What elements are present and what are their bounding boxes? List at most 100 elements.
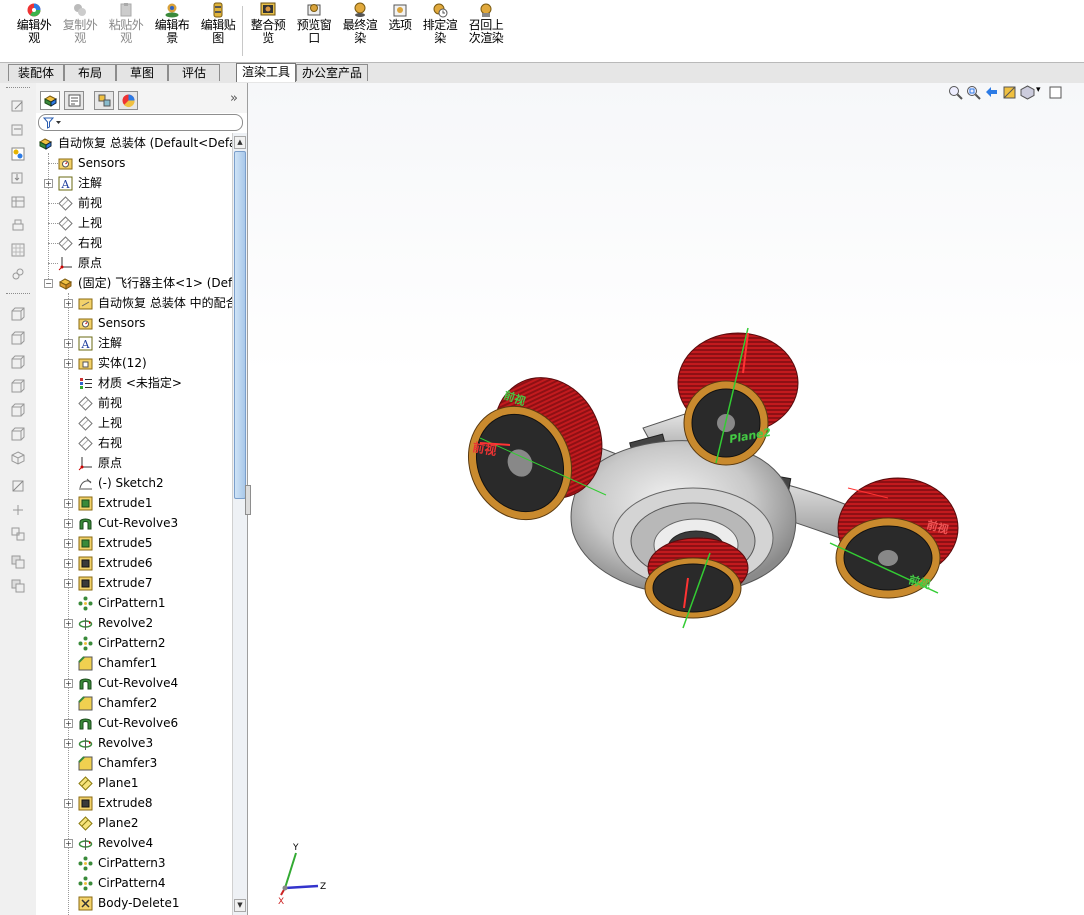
configuration-manager-icon xyxy=(98,94,111,107)
expand-icon[interactable]: + xyxy=(64,579,73,588)
expand-icon[interactable]: + xyxy=(44,179,53,188)
tab-sketch[interactable]: 草图 xyxy=(116,64,168,81)
plane-icon xyxy=(58,236,73,251)
expand-icon[interactable]: + xyxy=(64,359,73,368)
triad-y-label: Y xyxy=(292,843,299,853)
collapse-icon[interactable]: − xyxy=(44,279,53,288)
tab-office-products[interactable]: 办公室产品 xyxy=(296,64,368,81)
expand-icon[interactable]: + xyxy=(64,839,73,848)
circular-pattern-icon xyxy=(78,856,93,871)
options-button[interactable]: 选项 xyxy=(384,2,416,32)
tree-filter-field[interactable] xyxy=(38,114,243,131)
configuration-manager-tab[interactable] xyxy=(94,91,114,110)
integrated-preview-button[interactable]: 整合预 览 xyxy=(246,2,290,45)
display-manager-tab[interactable] xyxy=(118,91,138,110)
expand-icon[interactable]: + xyxy=(64,339,73,348)
tree-guide-line xyxy=(48,153,49,281)
expand-icon[interactable]: + xyxy=(64,799,73,808)
scroll-down-arrow-icon[interactable]: ▼ xyxy=(234,899,246,912)
tree-scrollbar[interactable]: ▲ ▼ xyxy=(232,133,247,915)
table-icon[interactable] xyxy=(11,195,25,209)
color-tool-icon[interactable] xyxy=(11,147,25,161)
annotations-icon: A xyxy=(78,336,93,351)
feature-manager-panel: » 自动恢复 总装体 (Default<Defa Sensors + A 注解 xyxy=(36,83,248,915)
extrude-icon xyxy=(78,536,93,551)
sketch-icon xyxy=(79,478,92,490)
tab-assembly[interactable]: 装配体 xyxy=(8,64,64,81)
plane-icon xyxy=(78,816,93,831)
dimension-icon[interactable] xyxy=(11,503,25,517)
view-front-icon[interactable] xyxy=(11,307,25,321)
view-bottom-icon[interactable] xyxy=(11,427,25,441)
cut-revolve-icon xyxy=(79,678,92,690)
plane-icon xyxy=(58,196,73,211)
origin-icon xyxy=(78,457,92,471)
plane-icon xyxy=(78,396,93,411)
assembly-icon xyxy=(38,138,53,150)
quadcopter-model-view[interactable]: 前视 前视 Plane2 前视 前视 Y Z X xyxy=(248,83,1084,915)
edit-decal-icon xyxy=(213,2,223,18)
feature-tree: 自动恢复 总装体 (Default<Defa Sensors + A 注解 前视… xyxy=(36,133,232,915)
tab-evaluate[interactable]: 评估 xyxy=(168,64,220,81)
edit-scene-icon xyxy=(165,3,179,18)
view-right-icon[interactable] xyxy=(11,379,25,393)
grid-icon[interactable] xyxy=(11,243,25,257)
print-icon[interactable] xyxy=(11,219,25,233)
toolbar-separator xyxy=(242,6,243,56)
graphics-viewport[interactable]: ▾ 前视 前视 Plane2 前视 前视 Y Z X xyxy=(248,83,1084,915)
paste-component-icon[interactable] xyxy=(11,579,25,593)
expand-icon[interactable]: + xyxy=(64,499,73,508)
expand-icon[interactable]: + xyxy=(64,739,73,748)
schedule-render-button[interactable]: 排定渲 染 xyxy=(418,2,462,45)
expand-icon[interactable]: + xyxy=(64,539,73,548)
rotor-right: 前视 前视 xyxy=(829,477,959,599)
feature-manager-tab[interactable] xyxy=(40,91,60,110)
tab-layout[interactable]: 布局 xyxy=(64,64,116,81)
plane-icon xyxy=(58,216,73,231)
paste-appearance-button[interactable]: 粘贴外 观 xyxy=(104,2,148,45)
more-tabs-chevron-icon[interactable]: » xyxy=(230,91,238,106)
part-icon xyxy=(58,278,73,290)
sketch-tool-icon[interactable] xyxy=(11,99,25,113)
smart-dimension-icon[interactable] xyxy=(11,123,25,137)
recall-last-render-button[interactable]: 召回上 次渲染 xyxy=(464,2,508,45)
copy-component-icon[interactable] xyxy=(11,555,25,569)
expand-icon[interactable]: + xyxy=(64,619,73,628)
preview-window-button[interactable]: 预览窗 口 xyxy=(292,2,336,45)
tree-guide-line xyxy=(68,293,69,915)
expand-icon[interactable]: + xyxy=(64,719,73,728)
scroll-up-arrow-icon[interactable]: ▲ xyxy=(234,136,246,149)
edit-appearance-button[interactable]: 编辑外 观 xyxy=(12,2,56,45)
view-left-icon[interactable] xyxy=(11,355,25,369)
expand-icon[interactable]: + xyxy=(64,299,73,308)
rotor-bottom xyxy=(644,537,749,629)
import-icon[interactable] xyxy=(11,171,25,185)
solid-bodies-icon xyxy=(78,358,93,370)
cut-revolve-icon xyxy=(79,718,92,730)
sensors-folder-icon xyxy=(78,318,93,330)
annotations-icon: A xyxy=(58,176,73,191)
edit-scene-button[interactable]: 编辑布 景 xyxy=(150,2,194,45)
expand-icon[interactable]: + xyxy=(64,679,73,688)
scroll-thumb[interactable] xyxy=(234,151,246,499)
cut-revolve-icon xyxy=(79,518,92,530)
copy-appearance-button[interactable]: 复制外 观 xyxy=(58,2,102,45)
edit-decal-button[interactable]: 编辑贴 图 xyxy=(196,2,240,45)
rotor-top: Plane2 xyxy=(677,327,799,466)
mates-icon xyxy=(78,298,93,310)
svg-text:A: A xyxy=(81,338,91,351)
link-icon[interactable] xyxy=(11,267,25,281)
section-view-icon[interactable] xyxy=(11,479,25,493)
expand-icon[interactable]: + xyxy=(64,519,73,528)
mate-icon[interactable] xyxy=(11,527,25,541)
edit-appearance-icon xyxy=(27,3,41,17)
view-isometric-icon[interactable] xyxy=(11,451,25,465)
tab-render-tools[interactable]: 渲染工具 xyxy=(236,63,296,82)
property-manager-tab[interactable] xyxy=(64,91,84,110)
final-render-button[interactable]: 最终渲 染 xyxy=(338,2,382,45)
view-back-icon[interactable] xyxy=(11,331,25,345)
view-top-icon[interactable] xyxy=(11,403,25,417)
panel-splitter-handle[interactable] xyxy=(245,485,251,515)
options-icon xyxy=(393,4,407,17)
expand-icon[interactable]: + xyxy=(64,559,73,568)
